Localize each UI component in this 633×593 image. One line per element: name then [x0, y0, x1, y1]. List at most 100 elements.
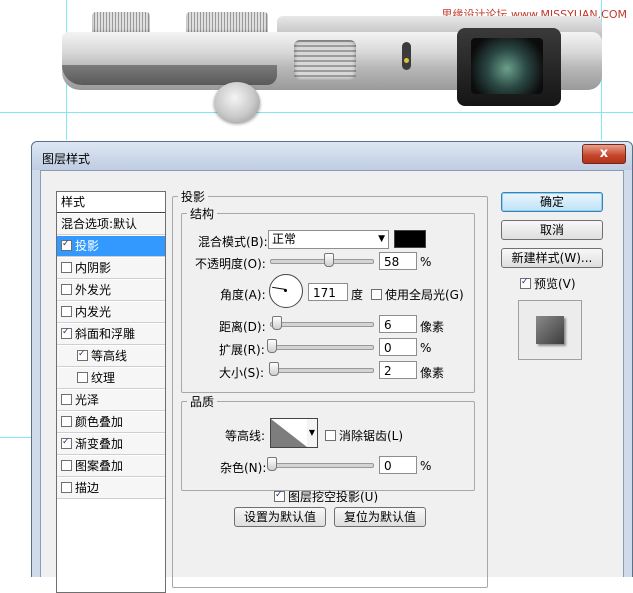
angle-dial[interactable]	[269, 274, 303, 308]
styles-list: 样式 混合选项:默认 投影 内阴影 外发光 内发光 斜面和浮雕 等高线 纹理	[56, 191, 166, 593]
style-item-label: 颜色叠加	[75, 415, 124, 429]
noise-slider-track[interactable]	[270, 463, 374, 468]
dialog-titlebar[interactable]: 图层样式 x	[32, 142, 632, 170]
camera-artwork	[62, 10, 602, 122]
distance-label: 距离(D):	[219, 320, 266, 334]
new-style-button[interactable]: 新建样式(W)...	[501, 248, 603, 268]
size-slider-track[interactable]	[270, 368, 374, 373]
checkbox-texture[interactable]	[77, 372, 88, 383]
contour-label: 等高线:	[225, 429, 266, 443]
style-item-label: 投影	[75, 239, 100, 253]
style-preview	[518, 300, 582, 360]
anti-alias-checkbox[interactable]	[325, 430, 336, 441]
dialog-title: 图层样式	[42, 152, 91, 166]
spread-input[interactable]: 0	[379, 338, 417, 356]
anti-alias-option[interactable]: 消除锯齿(L)	[325, 427, 403, 444]
reset-default-button[interactable]: 复位为默认值	[334, 507, 426, 527]
quality-title: 品质	[187, 393, 218, 410]
distance-slider-track[interactable]	[270, 322, 374, 327]
contour-dropdown-button[interactable]: ▼	[307, 418, 318, 448]
distance-slider-thumb[interactable]	[272, 316, 282, 330]
opacity-label: 不透明度(O):	[195, 257, 266, 271]
style-item-label: 斜面和浮雕	[75, 327, 136, 341]
style-item-inner-glow[interactable]: 内发光	[57, 302, 165, 323]
checkbox-color-overlay[interactable]	[61, 416, 72, 427]
opacity-input[interactable]: 58	[379, 252, 417, 270]
blend-mode-select[interactable]: 正常 ▼	[268, 230, 389, 249]
style-item-label: 渐变叠加	[75, 437, 124, 451]
blend-options-item[interactable]: 混合选项:默认	[57, 214, 165, 235]
style-item-inner-shadow[interactable]: 内阴影	[57, 258, 165, 279]
style-item-label: 纹理	[91, 371, 116, 385]
make-default-button[interactable]: 设置为默认值	[234, 507, 326, 527]
checkbox-satin[interactable]	[61, 394, 72, 405]
style-preview-swatch	[536, 316, 564, 344]
style-item-label: 等高线	[91, 349, 128, 363]
preview-label: 预览(V)	[534, 277, 576, 291]
blend-mode-label: 混合模式(B):	[198, 235, 268, 249]
opacity-slider-track[interactable]	[270, 259, 374, 264]
camera-viewfinder	[457, 28, 561, 106]
contour-picker[interactable]	[270, 418, 308, 448]
opacity-slider-thumb[interactable]	[324, 253, 334, 267]
size-unit: 像素	[420, 366, 445, 380]
checkbox-contour[interactable]	[77, 350, 88, 361]
style-item-drop-shadow[interactable]: 投影	[57, 236, 165, 257]
spread-slider-track[interactable]	[270, 345, 374, 350]
size-input[interactable]: 2	[379, 361, 417, 379]
size-slider-thumb[interactable]	[269, 362, 279, 376]
blend-mode-value: 正常	[272, 232, 297, 246]
structure-title: 结构	[187, 205, 218, 222]
style-item-contour[interactable]: 等高线	[57, 346, 165, 367]
style-item-label: 光泽	[75, 393, 100, 407]
style-item-texture[interactable]: 纹理	[57, 368, 165, 389]
distance-unit: 像素	[420, 320, 445, 334]
styles-header[interactable]: 样式	[57, 192, 165, 213]
style-item-pattern-overlay[interactable]: 图案叠加	[57, 456, 165, 477]
checkbox-drop-shadow[interactable]	[61, 240, 72, 251]
angle-input[interactable]: 171	[308, 283, 348, 301]
style-item-bevel-emboss[interactable]: 斜面和浮雕	[57, 324, 165, 345]
knockout-option[interactable]: 图层挖空投影(U)	[274, 488, 378, 505]
style-item-outer-glow[interactable]: 外发光	[57, 280, 165, 301]
knockout-label: 图层挖空投影(U)	[288, 490, 379, 504]
checkbox-pattern-overlay[interactable]	[61, 460, 72, 471]
checkbox-outer-glow[interactable]	[61, 284, 72, 295]
distance-input[interactable]: 6	[379, 315, 417, 333]
camera-led	[402, 42, 411, 70]
guide-line	[0, 437, 31, 438]
angle-label: 角度(A):	[220, 288, 266, 302]
checkbox-inner-glow[interactable]	[61, 306, 72, 317]
cancel-button[interactable]: 取消	[501, 220, 603, 240]
global-light-checkbox[interactable]	[371, 289, 382, 300]
dialog-client: 样式 混合选项:默认 投影 内阴影 外发光 内发光 斜面和浮雕 等高线 纹理	[40, 170, 624, 593]
global-light-label: 使用全局光(G)	[385, 288, 464, 302]
checkbox-bevel-emboss[interactable]	[61, 328, 72, 339]
chevron-down-icon: ▼	[308, 428, 316, 437]
document-canvas: 思缘设计论坛 www.MISSYUAN.COM	[0, 0, 633, 140]
camera-knob	[214, 82, 260, 122]
checkbox-gradient-overlay[interactable]	[61, 438, 72, 449]
camera-grille	[294, 40, 356, 80]
knockout-checkbox[interactable]	[274, 491, 285, 502]
checkbox-inner-shadow[interactable]	[61, 262, 72, 273]
ok-button[interactable]: 确定	[501, 192, 603, 212]
style-item-stroke[interactable]: 描边	[57, 478, 165, 499]
style-item-gradient-overlay[interactable]: 渐变叠加	[57, 434, 165, 455]
style-item-satin[interactable]: 光泽	[57, 390, 165, 411]
spread-slider-thumb[interactable]	[267, 339, 277, 353]
angle-center	[284, 289, 287, 292]
shadow-color-swatch[interactable]	[394, 230, 426, 248]
style-item-color-overlay[interactable]: 颜色叠加	[57, 412, 165, 433]
viewfinder-glass	[471, 38, 543, 94]
guide-line	[0, 112, 633, 113]
checkbox-stroke[interactable]	[61, 482, 72, 493]
opacity-unit: %	[420, 255, 432, 269]
global-light-option[interactable]: 使用全局光(G)	[371, 286, 464, 303]
close-button[interactable]: x	[582, 144, 626, 164]
preview-checkbox[interactable]	[520, 278, 531, 289]
preview-option[interactable]: 预览(V)	[520, 275, 576, 292]
noise-slider-thumb[interactable]	[267, 457, 277, 471]
quality-group	[181, 401, 475, 491]
noise-input[interactable]: 0	[379, 456, 417, 474]
